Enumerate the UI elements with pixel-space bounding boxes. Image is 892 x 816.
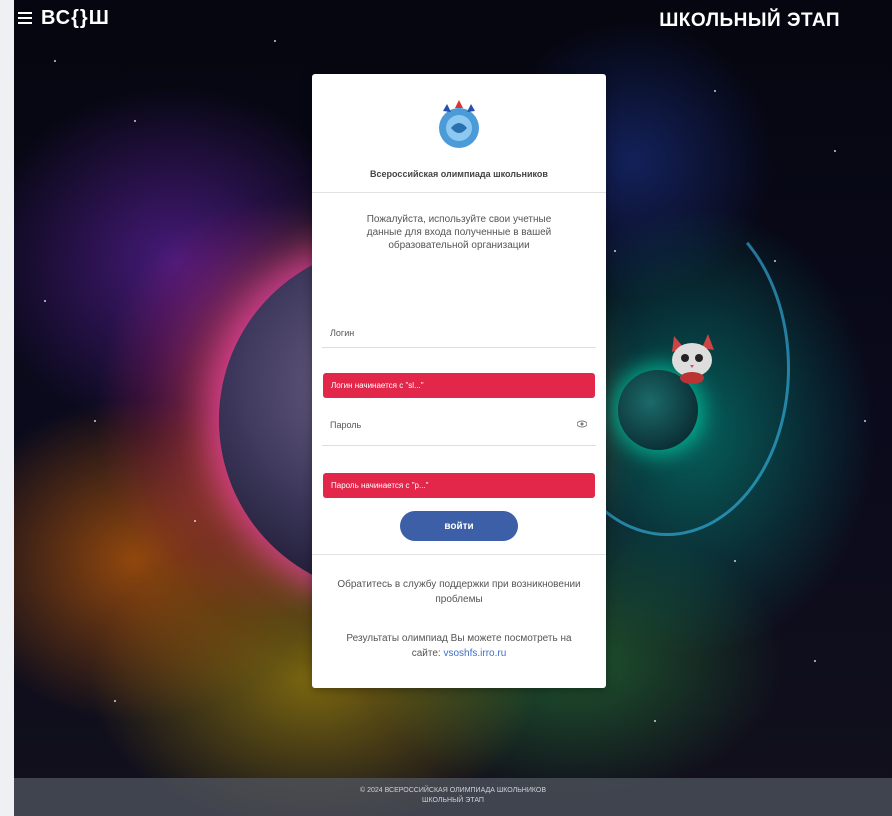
footer-line-1: © 2024 ВСЕРОССИЙСКАЯ ОЛИМПИАДА ШКОЛЬНИКО… (359, 787, 547, 794)
footer: © 2024 ВСЕРОССИЙСКАЯ ОЛИМПИАДА ШКОЛЬНИКО… (14, 778, 892, 816)
org-name: Всероссийская олимпиада школьников (370, 169, 548, 179)
stage-title: ШКОЛЬНЫЙ ЭТАП (659, 10, 840, 31)
login-button[interactable]: войти (400, 511, 518, 541)
password-hint: Пароль начинается с "p..." (323, 473, 595, 498)
background-space: ВС{}Ш ШКОЛЬНЫЙ ЭТАП Всероссийская олимпи… (14, 0, 892, 816)
menu-icon[interactable] (18, 12, 32, 24)
support-text: Обратитесь в службу поддержки при возник… (337, 579, 581, 605)
results-text: Результаты олимпиад Вы можете посмотреть… (332, 631, 586, 661)
footer-text: © 2024 ВСЕРОССИЙСКАЯ ОЛИМПИАДА ШКОЛЬНИКО… (14, 786, 892, 806)
login-field[interactable] (322, 347, 596, 348)
top-bar: ВС{}Ш ШКОЛЬНЫЙ ЭТАП (14, 0, 892, 40)
olympiad-emblem-icon (439, 100, 479, 148)
divider (312, 192, 606, 193)
divider (312, 554, 606, 555)
results-link[interactable]: vsoshfs.irro.ru (443, 648, 506, 659)
eye-icon[interactable] (577, 420, 587, 428)
password-label: Пароль (330, 420, 362, 430)
password-field[interactable] (322, 445, 596, 446)
login-label: Логин (330, 328, 355, 338)
login-instruction: Пожалуйста, используйте свои учетные дан… (366, 214, 552, 251)
site-logo[interactable]: ВС{}Ш (41, 7, 110, 30)
login-hint: Логин начинается с "sl..." (323, 373, 595, 398)
login-card: Всероссийская олимпиада школьников Пожал… (312, 74, 606, 688)
cat-icon (672, 334, 714, 384)
footer-line-2: ШКОЛЬНЫЙ ЭТАП (422, 797, 484, 804)
